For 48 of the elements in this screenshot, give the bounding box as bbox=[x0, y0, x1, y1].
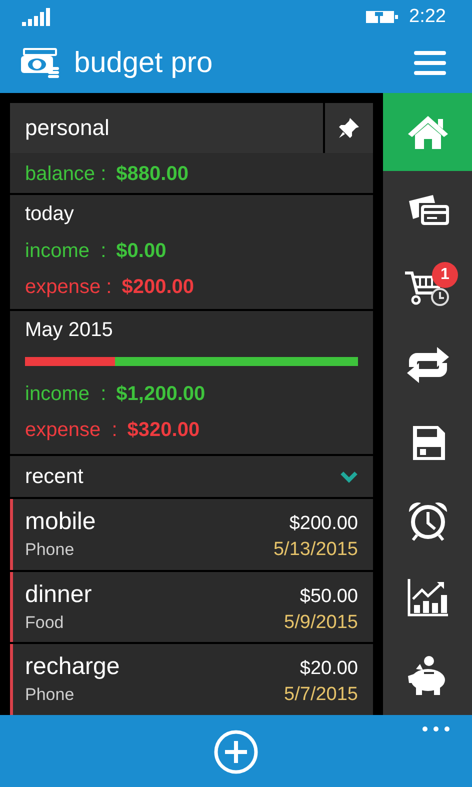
balance-value: $880.00 bbox=[116, 162, 188, 186]
growth-chart-icon bbox=[406, 579, 448, 618]
transaction-name: dinner bbox=[25, 580, 92, 608]
income-label: income : bbox=[25, 382, 106, 406]
account-name: personal bbox=[10, 103, 323, 154]
add-icon bbox=[214, 730, 258, 774]
transaction-amount: $50.00 bbox=[300, 586, 358, 608]
expense-value: $200.00 bbox=[122, 276, 194, 299]
transaction-name: recharge bbox=[25, 653, 120, 682]
alarm-clock-icon bbox=[406, 500, 448, 542]
transaction-item[interactable]: dinner $50.00 Food 5/9/2015 bbox=[10, 572, 373, 642]
section-title: May 2015 bbox=[25, 318, 114, 343]
transaction-name: mobile bbox=[25, 508, 96, 536]
battery-charging-icon bbox=[365, 8, 400, 24]
expand-button[interactable] bbox=[340, 470, 358, 483]
more-icon bbox=[422, 726, 450, 732]
income-value: $1,200.00 bbox=[116, 382, 206, 406]
notification-badge: 1 bbox=[432, 262, 458, 288]
app-title: budget pro bbox=[74, 46, 214, 80]
add-button[interactable] bbox=[214, 730, 258, 774]
transaction-date: 5/13/2015 bbox=[273, 538, 358, 561]
expense-label: expense : bbox=[25, 276, 112, 299]
pin-button[interactable] bbox=[325, 103, 373, 154]
expense-value: $320.00 bbox=[127, 418, 200, 442]
chevron-down-icon bbox=[340, 470, 358, 483]
signal-icon bbox=[22, 8, 52, 26]
section-title: today bbox=[25, 202, 75, 227]
transaction-item[interactable]: mobile $200.00 Phone 5/13/2015 bbox=[10, 499, 373, 570]
income-label: income : bbox=[25, 240, 106, 263]
transaction-date: 5/9/2015 bbox=[284, 612, 358, 634]
more-button[interactable] bbox=[422, 725, 450, 733]
section-title: recent bbox=[25, 464, 84, 489]
transaction-category: Food bbox=[25, 612, 64, 632]
transaction-category: Phone bbox=[25, 685, 74, 706]
balance-label: balance : bbox=[25, 162, 106, 186]
money-logo-icon bbox=[20, 47, 60, 79]
clock-time: 2:22 bbox=[409, 6, 446, 28]
transaction-amount: $20.00 bbox=[300, 658, 358, 680]
transaction-date: 5/7/2015 bbox=[284, 684, 358, 706]
expense-label: expense : bbox=[25, 418, 118, 442]
income-value: $0.00 bbox=[116, 240, 166, 263]
pin-icon bbox=[338, 117, 360, 140]
transaction-item[interactable]: recharge $20.00 Phone 5/7/2015 bbox=[10, 644, 373, 715]
transaction-category: Phone bbox=[25, 540, 74, 560]
home-icon bbox=[406, 114, 448, 150]
repeat-icon bbox=[404, 345, 450, 386]
menu-icon bbox=[414, 51, 446, 75]
transaction-amount: $200.00 bbox=[289, 512, 358, 535]
